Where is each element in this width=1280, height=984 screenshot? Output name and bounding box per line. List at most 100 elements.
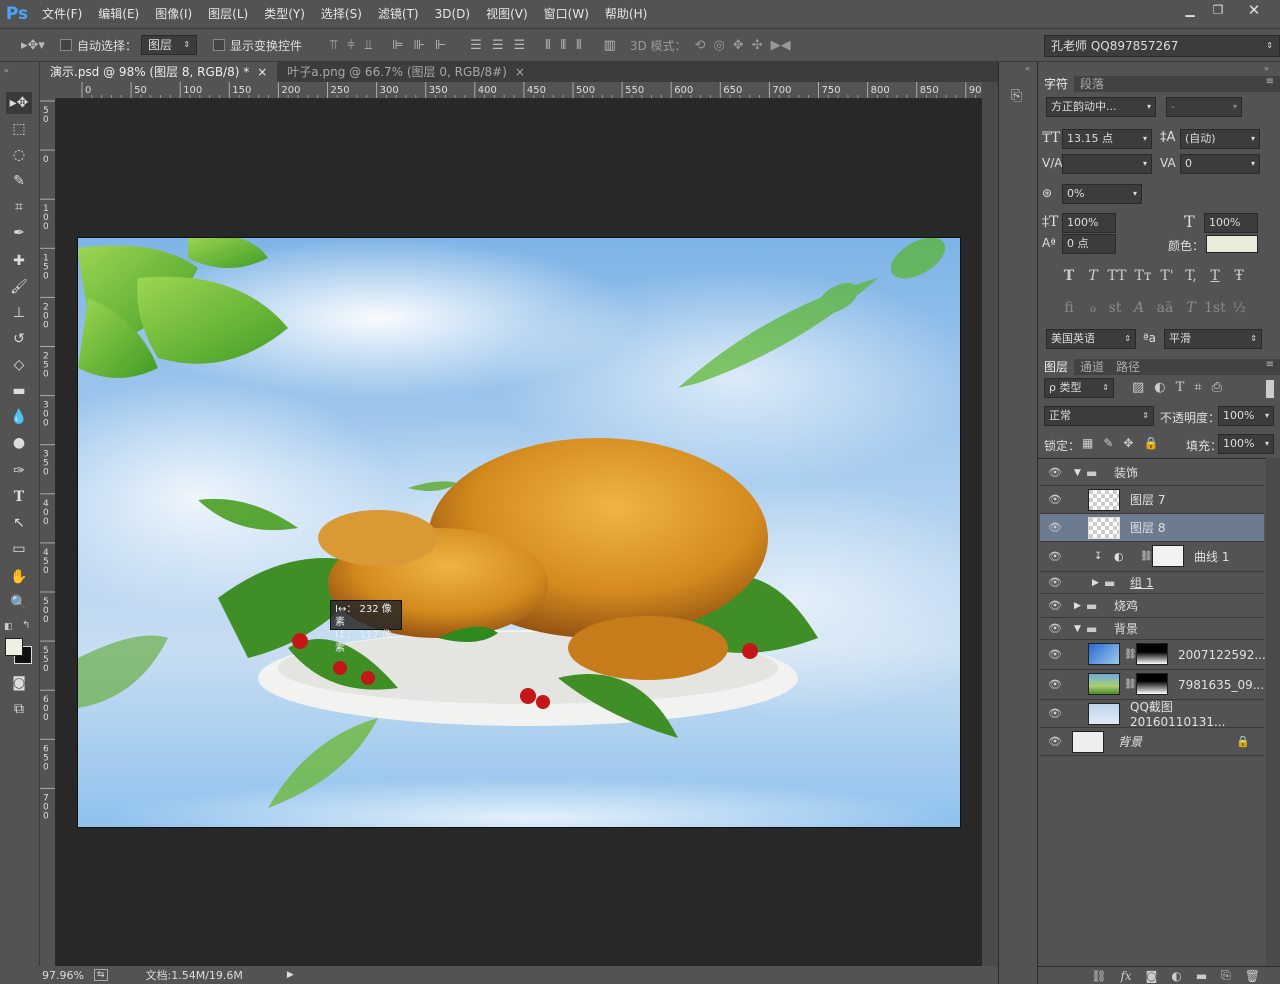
tab-layers[interactable]: 图层	[1038, 359, 1075, 375]
distribute-bottom-icon[interactable]: ☰	[513, 38, 525, 53]
visibility-eye-icon[interactable]: 👁	[1048, 735, 1062, 749]
crop-tool-icon[interactable]: ⌗	[6, 196, 32, 218]
layer-background[interactable]: 👁 背景 🔒	[1040, 728, 1264, 756]
expand-panels-icon[interactable]: «	[1025, 64, 1030, 73]
tab-demo-psd[interactable]: 演示.psd @ 98% (图层 8, RGB/8) * ×	[40, 62, 278, 82]
small-caps-button[interactable]: Tт	[1132, 268, 1154, 286]
layer-name[interactable]: 2007122592...	[1178, 648, 1266, 662]
zoom-level[interactable]: 97.96%	[42, 969, 84, 982]
healing-brush-tool-icon[interactable]: ✚	[6, 250, 32, 272]
filter-type-icon[interactable]: T	[1176, 380, 1185, 395]
visibility-eye-icon[interactable]: 👁	[1048, 466, 1062, 480]
faux-italic-button[interactable]: T	[1084, 268, 1102, 286]
adjustment-icon[interactable]: ◐	[1171, 969, 1181, 983]
menu-help[interactable]: 帮助(H)	[597, 0, 655, 28]
layer-qq-screenshot[interactable]: 👁 QQ截图20160110131...	[1040, 700, 1264, 729]
strikethrough-button[interactable]: Ŧ	[1230, 268, 1248, 286]
document-canvas[interactable]: I↔： 232 像素 I↕： 117 像素	[78, 238, 960, 827]
panel-menu-icon[interactable]: ≡	[1266, 359, 1280, 375]
blend-mode-select[interactable]: 正常 ⇕	[1044, 406, 1154, 426]
subscript-button[interactable]: T,	[1182, 268, 1200, 286]
layer-name[interactable]: 背景	[1118, 733, 1142, 750]
tab-leaf-png[interactable]: 叶子a.png @ 66.7% (图层 0, RGB/8#) ×	[277, 62, 535, 82]
fx-icon[interactable]: fx	[1120, 969, 1131, 983]
3d-slide-icon[interactable]: ✣	[752, 38, 763, 53]
dodge-tool-icon[interactable]: ●	[6, 432, 32, 454]
menu-layer[interactable]: 图层(L)	[200, 0, 256, 28]
align-buttons[interactable]: ⫪ ⫩ ⫫ ⊫ ⊪ ⊩ ☰ ☰ ☰ ⫴ ⫴ ⫴ ▥	[330, 38, 616, 53]
folder-icon[interactable]: ▬	[1196, 969, 1207, 983]
horizontal-ruler[interactable]: 0 50 100 150 200 250 300 350 400 450 500 550 600 650 7…	[56, 82, 982, 99]
font-family-select[interactable]: 方正韵动中... ▾	[1046, 97, 1156, 117]
close-tab-icon[interactable]: ×	[257, 62, 267, 82]
visibility-eye-icon[interactable]: 👁	[1048, 550, 1062, 564]
visibility-eye-icon[interactable]: 👁	[1048, 678, 1062, 692]
layer-2007122592[interactable]: 👁 ⛓ 2007122592...	[1040, 640, 1266, 670]
restore-icon[interactable]: ❐	[1200, 0, 1236, 20]
chain-link-icon[interactable]: ⛓	[1124, 679, 1137, 690]
filter-shape-icon[interactable]: ⌗	[1194, 380, 1201, 395]
move-tool-preset-icon[interactable]: ▸✥▾	[18, 38, 48, 53]
visibility-eye-icon[interactable]: 👁	[1048, 521, 1062, 535]
distribute-hcenter-icon[interactable]: ⫴	[561, 38, 566, 53]
eraser-tool-icon[interactable]: ◇	[6, 354, 32, 376]
font-size-input[interactable]: 13.15 点 ▾	[1062, 129, 1152, 149]
swash-button[interactable]: A	[1130, 300, 1148, 318]
stylistic-alternates-button[interactable]: aā	[1154, 300, 1176, 318]
leading-input[interactable]: (自动) ▾	[1180, 129, 1260, 149]
fractions-button[interactable]: ½	[1230, 300, 1248, 318]
antialias-select[interactable]: 平滑 ⇕	[1164, 329, 1262, 349]
3d-mode-buttons[interactable]: ⟲ ◎ ✥ ✣ ▶◀	[695, 38, 791, 53]
align-left-icon[interactable]: ⊫	[392, 38, 403, 53]
lock-position-icon[interactable]: ✥	[1123, 436, 1133, 450]
rectangle-tool-icon[interactable]: ▭	[6, 538, 32, 560]
type-tool-icon[interactable]: T	[6, 486, 32, 508]
link-icon[interactable]: ⛓	[1091, 969, 1106, 983]
layer-name[interactable]: 图层 7	[1130, 491, 1165, 508]
workspace-select[interactable]: 孔老师 QQ897857267 ⇕	[1044, 35, 1280, 57]
blur-tool-icon[interactable]: 💧	[6, 406, 32, 428]
layer-name[interactable]: 组 1	[1130, 574, 1153, 591]
swap-colors-icon[interactable]: ↰	[22, 620, 30, 631]
all-caps-button[interactable]: TT	[1106, 268, 1128, 286]
menu-window[interactable]: 窗口(W)	[536, 0, 597, 28]
auto-select-target-select[interactable]: 图层 ⇕	[141, 35, 198, 55]
layers-scrollbar[interactable]	[1266, 458, 1280, 966]
lock-image-icon[interactable]: ✎	[1103, 436, 1113, 450]
move-tool-icon[interactable]: ▸✥	[6, 92, 32, 114]
vertical-ruler[interactable]: 5001001502002503003504004505005506006507…	[40, 99, 56, 966]
layer-name[interactable]: 背景	[1114, 620, 1138, 637]
align-top-icon[interactable]: ⫪	[330, 38, 337, 53]
vertical-scrollbar[interactable]	[982, 82, 998, 966]
text-color-swatch[interactable]	[1206, 235, 1258, 253]
screen-mode-icon[interactable]: ⧉	[6, 698, 32, 720]
tab-paragraph[interactable]: 段落	[1074, 76, 1110, 92]
lock-transparent-icon[interactable]: ▦	[1082, 436, 1093, 450]
3d-rotate-icon[interactable]: ⟲	[695, 38, 706, 53]
font-style-select[interactable]: - ▾	[1166, 97, 1242, 117]
visibility-eye-icon[interactable]: 👁	[1048, 648, 1062, 662]
pen-tool-icon[interactable]: ✑	[6, 460, 32, 482]
expand-arrow-icon[interactable]: ▶	[1074, 601, 1081, 611]
menu-edit[interactable]: 编辑(E)	[90, 0, 147, 28]
horizontal-scale-input[interactable]: 100%	[1204, 213, 1258, 233]
distribute-vcenter-icon[interactable]: ☰	[492, 38, 504, 53]
chain-link-icon[interactable]: ⛓	[1140, 551, 1153, 562]
chain-link-icon[interactable]: ⛓	[1124, 649, 1137, 660]
foreground-color-swatch[interactable]	[5, 638, 23, 656]
layer-group-decoration[interactable]: 👁 ▼ ▬ 装饰	[1040, 460, 1264, 486]
checkbox-icon[interactable]	[213, 39, 226, 51]
filter-toggle[interactable]	[1266, 380, 1274, 398]
layer-name[interactable]: 曲线 1	[1194, 548, 1229, 565]
vertical-scale-input[interactable]: 100%	[1062, 213, 1116, 233]
layer-filter-select[interactable]: ρ 类型 ⇕	[1044, 378, 1114, 398]
panel-menu-icon[interactable]: ≡	[1266, 76, 1280, 92]
ordinals-button[interactable]: 1st	[1204, 300, 1226, 318]
align-bottom-icon[interactable]: ⫫	[365, 38, 372, 53]
brush-tool-icon[interactable]: 🖌	[6, 276, 32, 298]
new-layer-icon[interactable]: ⎘	[1221, 968, 1231, 983]
fill-input[interactable]: 100% ▾	[1218, 434, 1274, 454]
layer-name[interactable]: 装饰	[1114, 464, 1138, 481]
distribute-right-icon[interactable]: ⫴	[576, 38, 581, 53]
menu-image[interactable]: 图像(I)	[147, 0, 200, 28]
